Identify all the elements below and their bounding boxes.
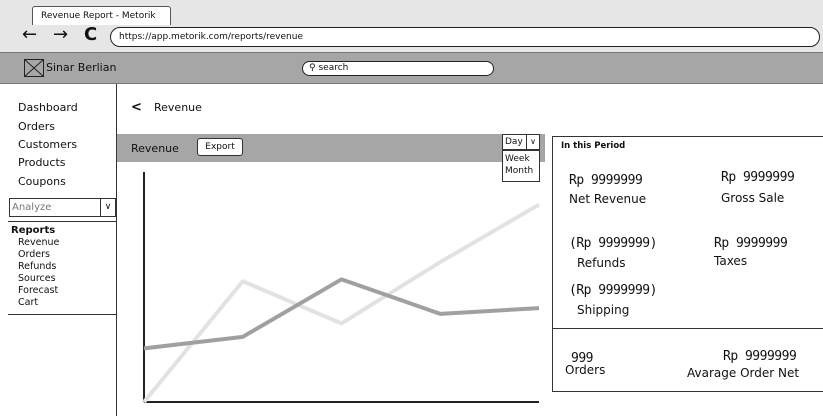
average-order-net-value: Rp 9999999 — [723, 349, 797, 364]
net-revenue-value: Rp 9999999 — [569, 173, 643, 188]
brand-name: Sinar Berlian — [46, 61, 117, 74]
reports-title: Reports — [11, 225, 56, 236]
revenue-line-chart — [142, 172, 541, 404]
revenue-panel-header: Revenue Export — [117, 134, 545, 162]
taxes-label: Taxes — [714, 254, 748, 268]
refunds-value: (Rp 9999999) — [569, 236, 657, 251]
chevron-down-icon[interactable]: ∨ — [526, 135, 539, 149]
app-header: Sinar Berlian ⚲ search — [0, 52, 823, 84]
report-item-forecast[interactable]: Forecast — [18, 285, 58, 296]
period-select[interactable]: Day ∨ — [502, 134, 540, 150]
gross-sale-label: Gross Sale — [721, 191, 785, 205]
search-input[interactable]: ⚲ search — [302, 61, 494, 76]
chevron-down-icon[interactable]: ∨ — [100, 199, 115, 216]
sidebar-item-coupons[interactable]: Coupons — [18, 175, 66, 188]
sidebar: Dashboard Orders Customers Products Coup… — [8, 84, 117, 416]
report-item-cart[interactable]: Cart — [18, 297, 38, 308]
analyze-select-value: Analyze — [12, 202, 52, 213]
period-select-value: Day — [505, 137, 523, 147]
browser-tab[interactable]: Revenue Report - Metorik — [32, 6, 171, 25]
refunds-label: Refunds — [577, 256, 626, 270]
logo-icon — [24, 59, 44, 77]
gross-sale-value: Rp 9999999 — [721, 170, 795, 185]
back-arrow-icon[interactable]: ← — [22, 26, 37, 44]
reports-menu: Reports Revenue Orders Refunds Sources F… — [8, 221, 116, 315]
report-item-revenue[interactable]: Revenue — [18, 237, 59, 248]
browser-toolbar: Revenue Report - Metorik ← → C https://a… — [0, 0, 823, 52]
net-revenue-label: Net Revenue — [569, 192, 647, 206]
tab-title: Revenue Report - Metorik — [41, 11, 156, 21]
stats-divider — [553, 328, 823, 329]
series-line-2 — [142, 202, 541, 404]
back-chevron-icon[interactable]: < — [131, 100, 142, 115]
url-bar[interactable]: https://app.metorik.com/reports/revenue — [110, 27, 820, 47]
sidebar-item-products[interactable]: Products — [18, 156, 66, 169]
analyze-select[interactable]: Analyze ∨ — [9, 198, 116, 217]
export-button[interactable]: Export — [197, 138, 243, 156]
series-line-1 — [143, 277, 540, 351]
report-item-refunds[interactable]: Refunds — [18, 261, 56, 272]
average-order-net-label: Avarage Order Net — [687, 366, 800, 380]
reload-icon[interactable]: C — [84, 26, 97, 44]
report-item-sources[interactable]: Sources — [18, 273, 56, 284]
forward-arrow-icon[interactable]: → — [53, 26, 68, 44]
shipping-label: Shipping — [577, 303, 630, 317]
sidebar-item-orders[interactable]: Orders — [18, 120, 55, 133]
sidebar-item-customers[interactable]: Customers — [18, 138, 77, 151]
panel-title: Revenue — [131, 142, 179, 155]
period-stats-panel: In this Period Rp 9999999 Net Revenue Rp… — [552, 136, 823, 392]
orders-count-label: Orders — [565, 363, 606, 377]
url-text: https://app.metorik.com/reports/revenue — [119, 32, 303, 42]
stats-heading: In this Period — [561, 141, 626, 151]
shipping-value: (Rp 9999999) — [569, 283, 657, 298]
report-item-orders[interactable]: Orders — [18, 249, 50, 260]
taxes-value: Rp 9999999 — [714, 236, 788, 251]
search-placeholder: search — [318, 63, 349, 73]
sidebar-item-dashboard[interactable]: Dashboard — [18, 101, 78, 114]
page-title: Revenue — [154, 101, 202, 114]
search-icon: ⚲ — [309, 63, 316, 73]
